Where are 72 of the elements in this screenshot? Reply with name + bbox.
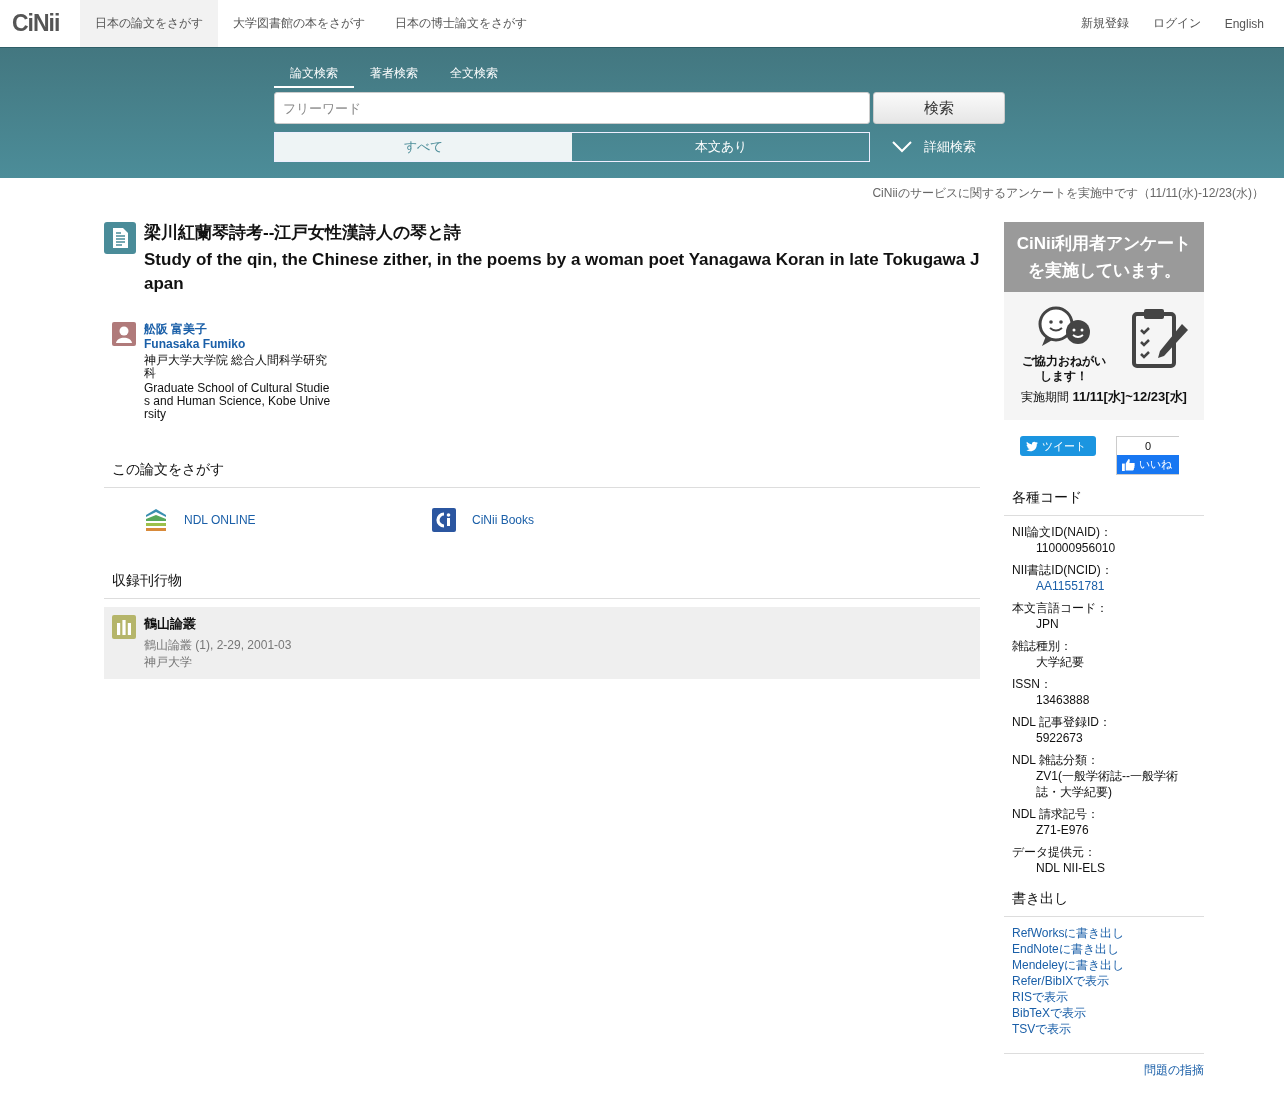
header-link[interactable]: ログイン — [1138, 0, 1211, 47]
code-value: 大学紀要 — [1036, 655, 1084, 669]
code-label: NDL 請求記号： — [1012, 806, 1100, 822]
code-value: 110000956010 — [1036, 541, 1116, 555]
author-affiliation: 神戸大学大学院 総合人間科学研究科 — [144, 354, 329, 380]
journal-publisher: 神戸大学 — [144, 654, 193, 671]
header-link[interactable]: English — [1210, 0, 1284, 47]
export-link[interactable]: RISで表示 — [1012, 989, 1196, 1005]
chevron-down-icon[interactable] — [892, 141, 912, 153]
bar-chart-icon — [112, 615, 136, 639]
export-link[interactable]: EndNoteに書き出し — [1012, 941, 1196, 957]
bird-icon — [1026, 440, 1038, 452]
search-field[interactable]: フリーワード — [274, 92, 870, 124]
search-button[interactable]: 検索 — [873, 92, 1005, 124]
like-count: 0 — [1143, 439, 1153, 454]
author-name[interactable]: 舩阪 富美子 — [144, 322, 334, 337]
nav-tab[interactable]: 大学図書館の本をさがす — [218, 0, 380, 47]
export-link[interactable]: TSVで表示 — [1012, 1021, 1196, 1037]
journal-title[interactable]: 鶴山論叢 — [144, 615, 292, 633]
code-value: 5922673 — [1036, 731, 1083, 745]
banner-headline: CiNii利用者アンケートを実施しています。 — [1004, 222, 1204, 292]
search-tab[interactable]: 論文検索 — [274, 62, 354, 88]
author-name-english[interactable]: Funasaka Fumiko — [144, 337, 334, 352]
survey-banner[interactable]: CiNii利用者アンケートを実施しています。 ご協力おねがいします！ 実施期間 11/11[水]~12/23[水] — [1004, 222, 1204, 420]
code-value: 13463888 — [1036, 693, 1090, 707]
section-heading: 書き出し — [1004, 890, 1204, 917]
thumbs-up-icon — [1122, 458, 1135, 471]
banner-caption: ご協力おねがいします！ — [1020, 354, 1107, 384]
code-label: NII論文ID(NAID)： — [1012, 524, 1113, 540]
search-tab[interactable]: 著者検索 — [354, 62, 434, 88]
filter-toggle[interactable]: すべて — [275, 133, 572, 161]
external-link[interactable]: NDL ONLINE — [184, 513, 256, 527]
section-heading: 各種コード — [1004, 489, 1204, 516]
code-value: ZV1(一般学術誌--一般学術誌・大学紀要) — [1036, 769, 1178, 799]
code-label: データ提供元： — [1012, 844, 1097, 860]
code-label: ISSN： — [1012, 676, 1053, 692]
banner-period: 実施期間 11/11[水]~12/23[水] — [1020, 388, 1188, 406]
notice-text: CiNiiのサービスに関するアンケートを実施中です（11/11(水)-12/23(水)） — [872, 185, 1264, 202]
report-link[interactable]: 問題の指摘 — [1144, 1063, 1204, 1077]
code-value: NDL NII-ELS — [1036, 861, 1105, 875]
code-label: 雑誌種別： — [1012, 638, 1073, 654]
code-value: Z71-E976 — [1036, 823, 1089, 837]
journal-citation: 鶴山論叢 (1), 2-29, 2001-03 — [144, 637, 292, 654]
code-value-link[interactable]: AA11551781 — [1036, 579, 1105, 593]
export-link[interactable]: RefWorksに書き出し — [1012, 925, 1196, 941]
section-heading: 収録刊行物 — [104, 572, 980, 599]
advanced-search-link[interactable]: 詳細検索 — [924, 138, 976, 156]
export-link[interactable]: BibTeXで表示 — [1012, 1005, 1196, 1021]
article-title: 梁川紅蘭琴詩考--江戸女性漢詩人の琴と詩 — [144, 222, 463, 244]
section-heading: この論文をさがす — [104, 461, 980, 488]
code-label: NII書誌ID(NCID)： — [1012, 562, 1114, 578]
code-label: 本文言語コード： — [1012, 600, 1109, 616]
document-icon — [104, 222, 136, 254]
filter-toggle[interactable]: 本文あり — [572, 133, 869, 161]
code-value: JPN — [1036, 617, 1059, 631]
nav-tab[interactable]: 日本の論文をさがす — [80, 0, 218, 47]
search-tab[interactable]: 全文検索 — [434, 62, 514, 88]
author-affiliation-english: Graduate School of Cultural Studies and Human Science, Kobe University — [144, 382, 332, 421]
layers-icon — [144, 508, 168, 532]
cinii-logo[interactable]: CiNii — [0, 0, 80, 47]
ci-logo-icon — [432, 508, 456, 532]
nav-tab[interactable]: 日本の博士論文をさがす — [380, 0, 542, 47]
external-link[interactable]: CiNii Books — [472, 513, 534, 527]
clipboard-pen-icon — [1129, 306, 1190, 370]
header-link[interactable]: 新規登録 — [1066, 0, 1139, 47]
article-title-english: Study of the qin, the Chinese zither, in the poems by a woman poet Yanagawa Koran in late Tokugawa Japan — [144, 249, 980, 295]
export-link[interactable]: Mendeleyに書き出し — [1012, 957, 1196, 973]
export-link[interactable]: Refer/BibIXで表示 — [1012, 973, 1196, 989]
person-icon — [112, 322, 136, 346]
like-button[interactable]: いいね — [1117, 455, 1179, 474]
code-label: NDL 雑誌分類： — [1012, 752, 1100, 768]
code-label: NDL 記事登録ID： — [1012, 714, 1112, 730]
